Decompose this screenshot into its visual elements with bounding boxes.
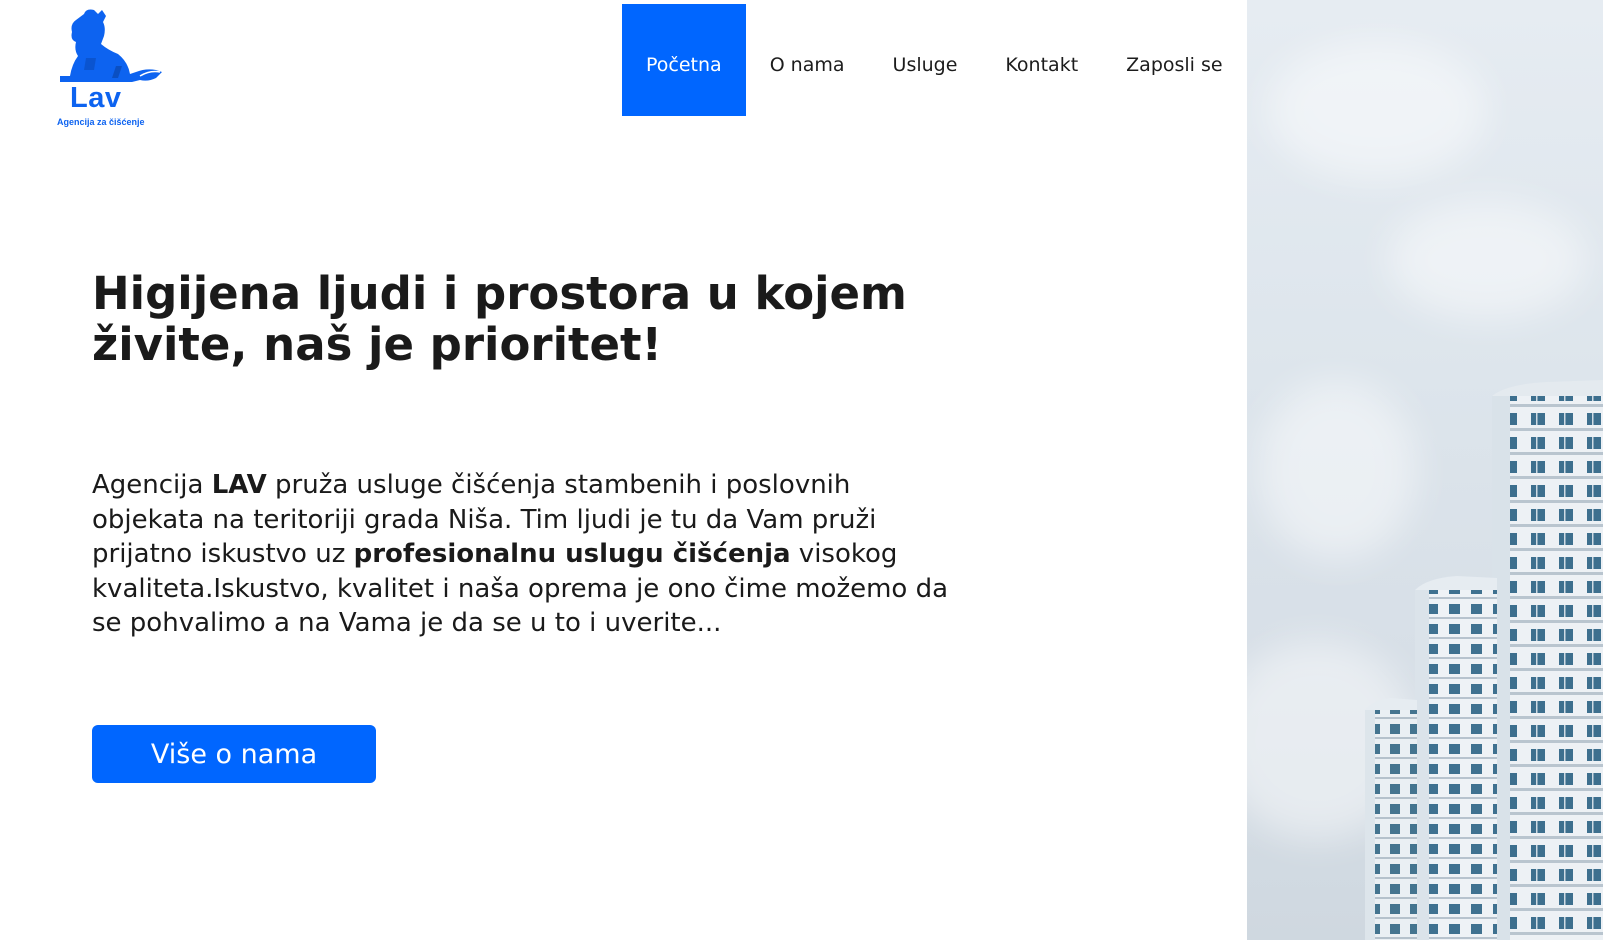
hero-text-brand: LAV bbox=[211, 470, 267, 500]
nav-item-o-nama[interactable]: O nama bbox=[746, 4, 869, 116]
hero-title: Higijena ljudi i prostora u kojem živite… bbox=[92, 267, 907, 371]
nav-item-kontakt[interactable]: Kontakt bbox=[981, 4, 1102, 116]
nav-item-pocetna[interactable]: Početna bbox=[622, 4, 746, 116]
logo-name: Lav bbox=[70, 82, 122, 114]
brand-logo[interactable]: Lav Agencija za čišćenje bbox=[56, 6, 166, 127]
logo-tagline: Agencija za čišćenje bbox=[57, 117, 145, 127]
hero-description: Agencija LAV pruža usluge čišćenja stamb… bbox=[92, 468, 952, 641]
main-nav: Početna O nama Usluge Kontakt Zaposli se bbox=[622, 4, 1247, 116]
more-about-us-button[interactable]: Više o nama bbox=[92, 725, 376, 783]
nav-item-zaposli-se[interactable]: Zaposli se bbox=[1102, 4, 1246, 116]
hero-text-part-1: Agencija bbox=[92, 470, 212, 500]
nav-item-usluge[interactable]: Usluge bbox=[869, 4, 982, 116]
hero-text-highlight: profesionalnu uslugu čišćenja bbox=[353, 539, 791, 569]
buildings-graphic bbox=[1365, 380, 1603, 940]
hero-building-image bbox=[1247, 0, 1603, 940]
